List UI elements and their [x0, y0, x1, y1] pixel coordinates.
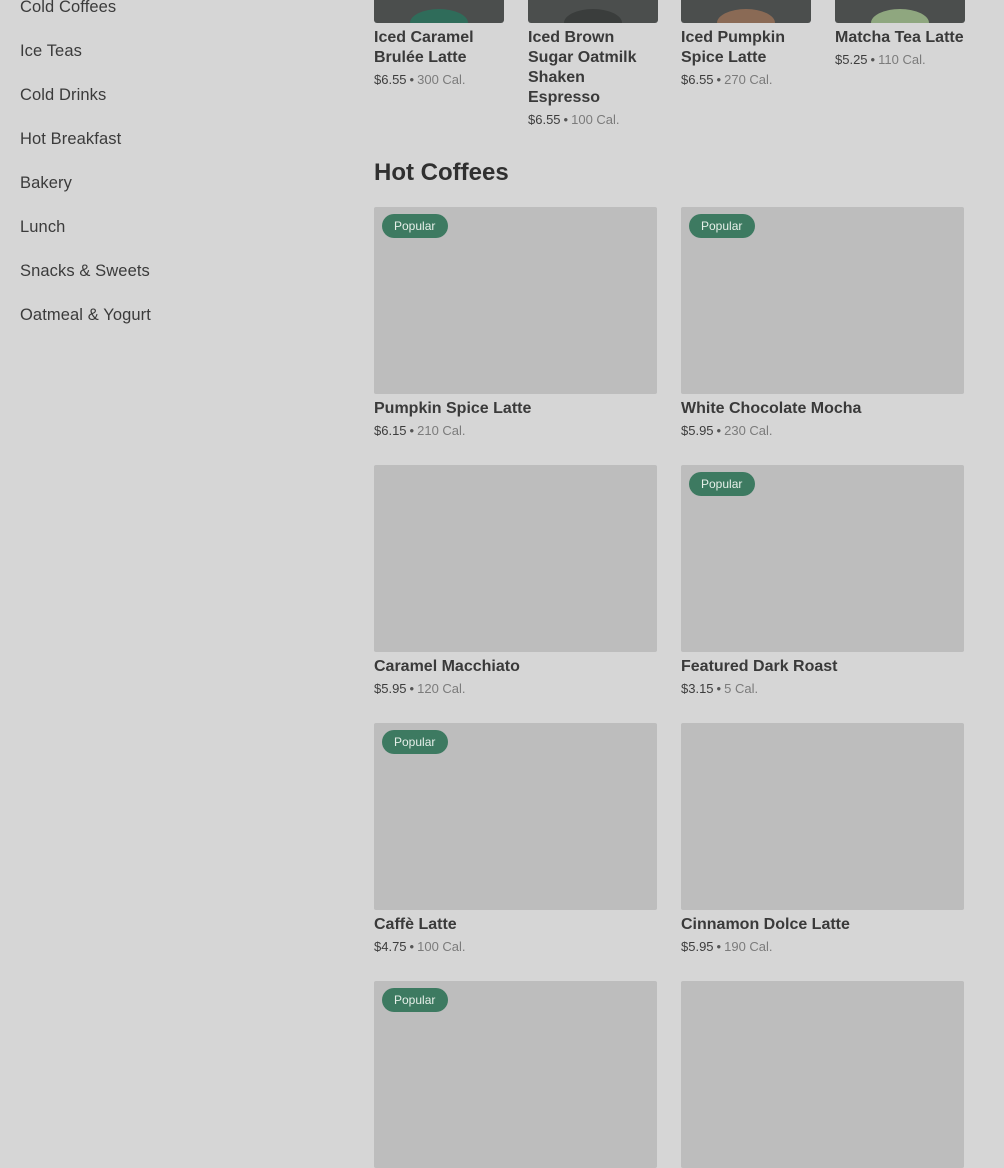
product-meta: $5.95 • 190 Cal.	[681, 937, 964, 957]
product-card[interactable]: Popular	[681, 981, 964, 1168]
sidebar-item-cold-drinks[interactable]: Cold Drinks	[20, 80, 320, 124]
separator-dot: •	[716, 939, 722, 954]
sidebar-item-ice-teas[interactable]: Ice Teas	[20, 36, 320, 80]
product-meta: $4.75 • 100 Cal.	[374, 937, 657, 957]
product-name: Iced Caramel Brulée Latte	[374, 29, 474, 66]
product-image: Popular	[681, 465, 964, 652]
separator-dot: •	[409, 423, 415, 438]
category-sidebar: Cold Coffees Ice Teas Cold Drinks Hot Br…	[20, 0, 320, 344]
separator-dot: •	[716, 72, 722, 87]
product-card[interactable]: Iced Brown Sugar Oatmilk Shaken Espresso…	[528, 0, 658, 130]
separator-dot: •	[716, 423, 722, 438]
product-price: $6.55	[681, 72, 714, 87]
product-price: $5.95	[681, 423, 714, 438]
product-card[interactable]: Popular	[374, 981, 657, 1168]
sidebar-item-snacks-sweets[interactable]: Snacks & Sweets	[20, 256, 320, 300]
cold-coffees-product-row: Iced Caramel Brulée Latte $6.55 • 300 Cal.…	[374, 0, 974, 127]
separator-dot: •	[870, 52, 876, 67]
product-name: Featured Dark Roast	[681, 658, 838, 675]
product-image	[835, 0, 965, 23]
product-card[interactable]: Popular Caramel Macchiato $5.95•120 Cal.	[374, 465, 657, 699]
cup-image	[871, 9, 929, 23]
product-image	[681, 0, 811, 23]
separator-dot: •	[563, 112, 569, 127]
product-image: Popular	[681, 723, 964, 910]
product-image: Popular	[681, 981, 964, 1168]
product-meta: $6.15 • 210 Cal.	[374, 421, 657, 441]
separator-dot: •	[409, 939, 415, 954]
separator-dot: •	[409, 72, 415, 87]
product-card[interactable]: Popular Pumpkin Spice Latte $6.15 • 210 Ca…	[374, 207, 657, 441]
product-calories: 100 Cal.	[571, 112, 620, 127]
product-price: $5.95	[374, 681, 407, 696]
product-meta: $5.95 • 230 Cal.	[681, 421, 964, 441]
product-name: Cinnamon Dolce Latte	[681, 916, 850, 933]
product-price: $6.55	[528, 112, 561, 127]
product-meta: $6.55 • 270 Cal.	[681, 70, 811, 90]
separator-dot: •	[716, 681, 722, 696]
product-calories: 210 Cal.	[417, 423, 466, 438]
separator-dot: •	[409, 681, 415, 696]
product-card[interactable]: Popular Featured Dark Roast $3.15 • 5 Cal.	[681, 465, 964, 699]
product-calories: 230 Cal.	[724, 423, 773, 438]
popular-badge: Popular	[382, 730, 449, 754]
product-card[interactable]: Iced Caramel Brulée Latte $6.55 • 300 Cal.	[374, 0, 504, 90]
sidebar-item-bakery[interactable]: Bakery	[20, 168, 320, 212]
product-name: Iced Brown Sugar Oatmilk Shaken Espresso	[528, 29, 637, 106]
popular-badge: Popular	[689, 472, 756, 496]
product-price: $5.25	[835, 52, 868, 67]
popular-badge: Popular	[382, 988, 449, 1012]
product-price: $3.15	[681, 681, 714, 696]
product-image: Popular	[681, 207, 964, 394]
product-card[interactable]: Matcha Tea Latte $5.25 • 110 Cal.	[835, 0, 965, 70]
product-card[interactable]: Iced Pumpkin Spice Latte $6.55 • 270 Cal.	[681, 0, 811, 90]
product-price: $5.95	[681, 939, 714, 954]
sidebar-item-lunch[interactable]: Lunch	[20, 212, 320, 256]
product-meta: $6.55 • 300 Cal.	[374, 70, 504, 90]
product-image: Popular	[374, 207, 657, 394]
cup-image	[410, 9, 468, 23]
product-price: $6.55	[374, 72, 407, 87]
product-name: Matcha Tea Latte	[835, 29, 964, 46]
sidebar-item-oatmeal-yogurt[interactable]: Oatmeal & Yogurt	[20, 300, 320, 344]
product-calories: 270 Cal.	[724, 72, 773, 87]
product-calories: 110 Cal.	[878, 52, 926, 67]
product-image	[528, 0, 658, 23]
product-image: Popular	[374, 981, 657, 1168]
product-card[interactable]: Popular Caffè Latte $4.75 • 100 Cal.	[374, 723, 657, 957]
product-price: $4.75	[374, 939, 407, 954]
product-card[interactable]: Popular Cinnamon Dolce Latte $5.95•190 C…	[681, 723, 964, 957]
product-calories: 300 Cal.	[417, 72, 466, 87]
cup-image	[717, 9, 775, 23]
product-meta: $3.15 • 5 Cal.	[681, 679, 964, 699]
product-name: Iced Pumpkin Spice Latte	[681, 29, 786, 66]
product-name: White Chocolate Mocha	[681, 400, 862, 417]
product-calories: 5 Cal.	[724, 681, 759, 696]
product-image	[374, 0, 504, 23]
section-title: Hot Coffees	[374, 159, 509, 186]
product-calories: 100 Cal.	[417, 939, 466, 954]
product-image: Popular	[374, 723, 657, 910]
cup-image	[564, 9, 622, 23]
product-meta: $5.25 • 110 Cal.	[835, 50, 965, 70]
product-meta: $5.95 • 120 Cal.	[374, 679, 657, 699]
product-name: Caffè Latte	[374, 916, 457, 933]
sidebar-item-hot-breakfast[interactable]: Hot Breakfast	[20, 124, 320, 168]
product-calories: 120 Cal.	[417, 681, 466, 696]
product-price: $6.15	[374, 423, 407, 438]
product-image: Popular	[374, 465, 657, 652]
product-card[interactable]: Popular White Chocolate Mocha $5.95 • 230 …	[681, 207, 964, 441]
sidebar-item-cold-coffees[interactable]: Cold Coffees	[20, 0, 320, 36]
product-meta: $6.55 • 100 Cal.	[528, 110, 658, 130]
product-name: Pumpkin Spice Latte	[374, 400, 532, 417]
popular-badge: Popular	[689, 214, 756, 238]
popular-badge: Popular	[382, 214, 449, 238]
product-calories: 190 Cal.	[724, 939, 773, 954]
product-name: Caramel Macchiato	[374, 658, 520, 675]
